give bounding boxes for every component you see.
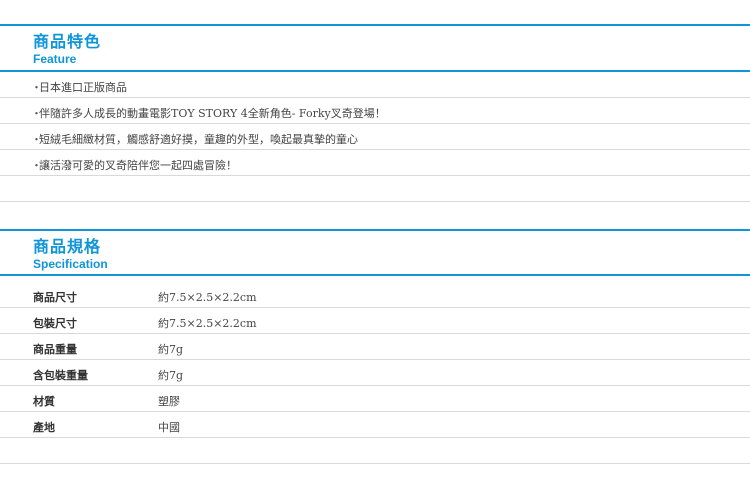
- spec-label: 商品尺寸: [33, 291, 77, 304]
- spec-header: 商品規格 Specification: [33, 237, 108, 271]
- feature-title: 商品特色: [33, 32, 102, 51]
- feature-subtitle: Feature: [33, 52, 77, 66]
- spec-label: 商品重量: [33, 343, 77, 356]
- spec-value: 塑膠: [158, 395, 180, 408]
- spec-label: 含包裝重量: [33, 369, 88, 382]
- spec-row: 包裝尺寸 約7.5×2.5×2.2cm: [0, 308, 750, 334]
- spec-value: 約7.5×2.5×2.2cm: [158, 291, 257, 304]
- feature-header: 商品特色 Feature: [33, 32, 101, 66]
- spec-header-rule: [0, 274, 750, 276]
- spec-label: 材質: [33, 395, 55, 408]
- spec-label: 包裝尺寸: [33, 317, 77, 330]
- feature-item: ・ 讓活潑可愛的叉奇陪伴您一起四處冒險！: [0, 150, 750, 176]
- spec-top-rule: [0, 229, 750, 231]
- feature-top-rule: [0, 24, 750, 26]
- feature-item-text: 伴隨許多人成長的動畫電影TOY STORY 4全新角色- Forky叉奇登場！: [39, 107, 386, 120]
- feature-empty-row: [0, 176, 750, 202]
- feature-item-text: 短絨毛細緻材質，觸感舒適好摸，童趣的外型，喚起最真摯的童心: [39, 133, 358, 146]
- spec-title: 商品規格: [33, 237, 102, 256]
- spec-empty-row: [0, 438, 750, 464]
- spec-value: 約7g: [158, 343, 184, 356]
- spec-value: 約7g: [158, 369, 184, 382]
- spec-label: 產地: [33, 421, 55, 434]
- feature-item-text: 讓活潑可愛的叉奇陪伴您一起四處冒險！: [39, 159, 237, 172]
- feature-item: ・ 伴隨許多人成長的動畫電影TOY STORY 4全新角色- Forky叉奇登場…: [0, 98, 750, 124]
- feature-item: ・ 日本進口正版商品: [0, 72, 750, 98]
- spec-value: 約7.5×2.5×2.2cm: [158, 317, 257, 330]
- spec-row: 商品重量 約7g: [0, 334, 750, 360]
- spec-subtitle: Specification: [33, 257, 108, 271]
- spec-row: 材質 塑膠: [0, 386, 750, 412]
- feature-item: ・ 短絨毛細緻材質，觸感舒適好摸，童趣的外型，喚起最真摯的童心: [0, 124, 750, 150]
- spec-value: 中國: [158, 421, 180, 434]
- spec-row: 含包裝重量 約7g: [0, 360, 750, 386]
- feature-item-text: 日本進口正版商品: [39, 81, 127, 94]
- spec-row: 商品尺寸 約7.5×2.5×2.2cm: [0, 282, 750, 308]
- spec-row: 產地 中國: [0, 412, 750, 438]
